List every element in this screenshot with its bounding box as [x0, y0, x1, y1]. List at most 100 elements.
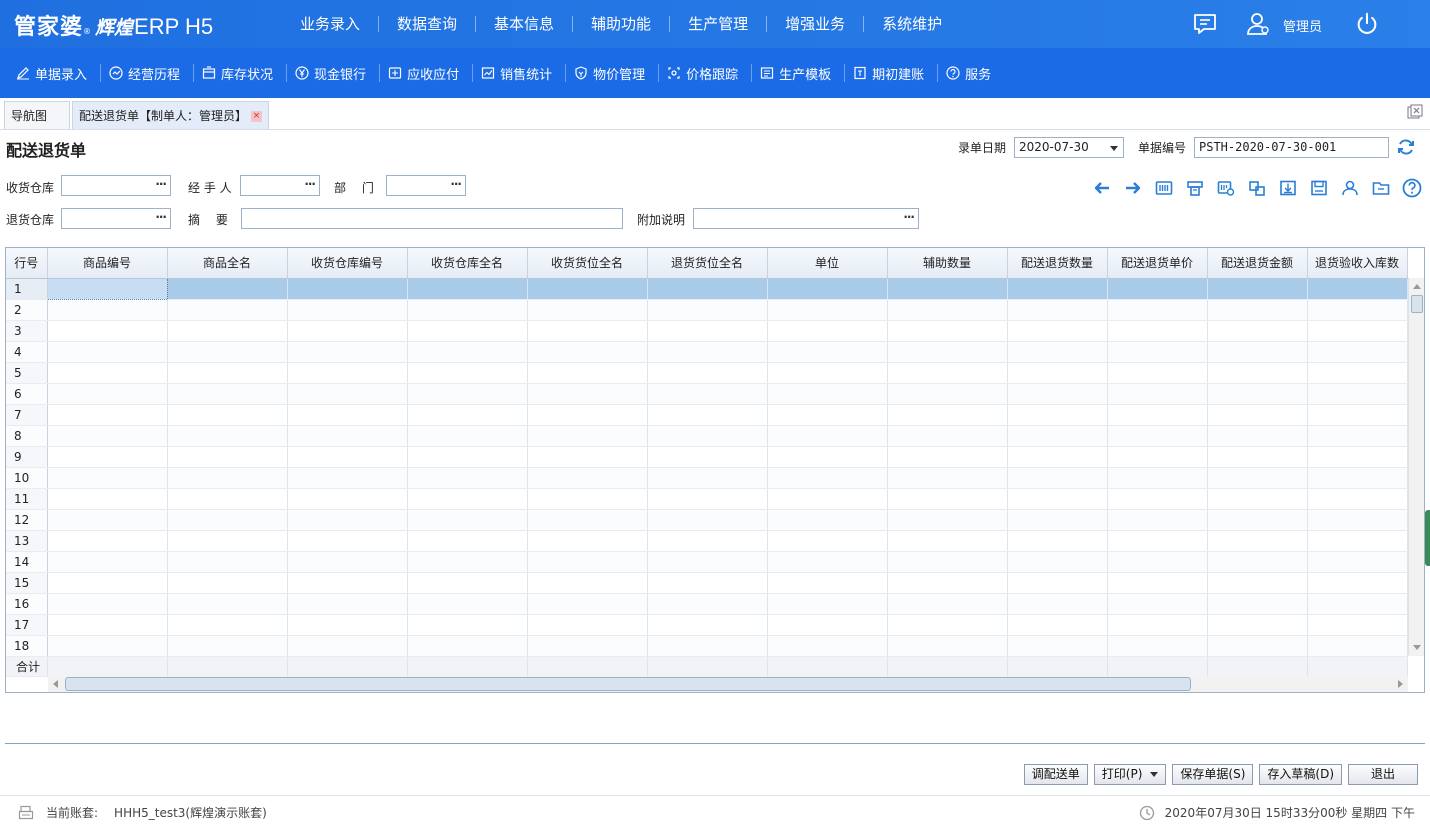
table-cell[interactable] — [1107, 362, 1208, 384]
toolbar-doc-entry[interactable]: 单据录入 — [8, 64, 102, 83]
table-cell[interactable] — [287, 341, 408, 363]
table-cell[interactable] — [47, 383, 168, 405]
toolbar-service[interactable]: 服务 — [938, 64, 1004, 83]
table-cell[interactable] — [1307, 341, 1408, 363]
table-cell[interactable] — [1207, 488, 1308, 510]
table-cell[interactable] — [1107, 425, 1208, 447]
table-cell[interactable] — [647, 551, 768, 573]
table-row[interactable]: 3 — [6, 320, 1408, 342]
table-cell[interactable] — [527, 572, 648, 594]
table-cell[interactable] — [287, 530, 408, 552]
table-cell[interactable] — [887, 530, 1008, 552]
message-icon[interactable] — [1192, 11, 1218, 37]
table-cell[interactable] — [647, 383, 768, 405]
table-cell[interactable] — [407, 530, 528, 552]
table-cell[interactable] — [1307, 488, 1408, 510]
table-cell[interactable] — [767, 572, 888, 594]
table-cell[interactable] — [1307, 425, 1408, 447]
table-cell[interactable] — [767, 320, 888, 342]
scroll-up-icon[interactable] — [1413, 284, 1421, 289]
scan-settings-icon[interactable] — [1210, 177, 1241, 199]
table-cell[interactable] — [1307, 299, 1408, 321]
table-cell[interactable] — [1007, 635, 1108, 657]
table-cell[interactable] — [647, 362, 768, 384]
current-user[interactable]: 管理员 — [1283, 16, 1322, 35]
toolbar-price-mgmt[interactable]: 物价管理 — [566, 64, 660, 83]
table-cell[interactable] — [767, 362, 888, 384]
table-cell[interactable] — [1107, 593, 1208, 615]
table-cell[interactable] — [1107, 509, 1208, 531]
table-cell[interactable] — [1007, 614, 1108, 636]
table-cell[interactable] — [1007, 593, 1108, 615]
table-cell[interactable] — [287, 362, 408, 384]
col-unit[interactable]: 单位 — [767, 248, 888, 279]
extra-note-field[interactable]: ··· — [693, 208, 919, 229]
table-cell[interactable] — [287, 467, 408, 489]
table-cell[interactable] — [167, 614, 288, 636]
table-cell[interactable] — [1207, 383, 1308, 405]
table-cell[interactable] — [287, 320, 408, 342]
table-cell[interactable] — [887, 383, 1008, 405]
table-cell[interactable] — [407, 404, 528, 426]
table-cell[interactable] — [1307, 530, 1408, 552]
col-product-name[interactable]: 商品全名 — [167, 248, 288, 279]
recv-warehouse-field[interactable]: ··· — [61, 175, 171, 196]
table-cell[interactable] — [46, 277, 168, 300]
table-cell[interactable] — [527, 383, 648, 405]
table-cell[interactable] — [1307, 614, 1408, 636]
vertical-scrollbar[interactable] — [1408, 278, 1424, 656]
table-cell[interactable] — [47, 530, 168, 552]
table-cell[interactable] — [647, 404, 768, 426]
arrow-left-icon[interactable] — [1086, 177, 1117, 199]
table-cell[interactable] — [1307, 362, 1408, 384]
table-cell[interactable] — [1307, 446, 1408, 468]
table-cell[interactable] — [1007, 383, 1108, 405]
table-row[interactable]: 5 — [6, 362, 1408, 384]
ellipsis-icon[interactable]: ··· — [155, 175, 167, 194]
table-cell[interactable] — [1207, 278, 1308, 300]
table-row[interactable]: 10 — [6, 467, 1408, 489]
table-cell[interactable] — [887, 509, 1008, 531]
table-cell[interactable] — [407, 593, 528, 615]
tab-delivery-return[interactable]: 配送退货单【制单人：管理员】 × — [72, 101, 269, 129]
table-cell[interactable] — [527, 530, 648, 552]
table-cell[interactable] — [887, 551, 1008, 573]
table-cell[interactable] — [647, 425, 768, 447]
table-cell[interactable] — [1307, 383, 1408, 405]
table-cell[interactable] — [1107, 572, 1208, 594]
table-cell[interactable] — [647, 446, 768, 468]
save-icon[interactable] — [1303, 177, 1334, 199]
arrow-right-icon[interactable] — [1117, 177, 1148, 199]
table-row[interactable]: 13 — [6, 530, 1408, 552]
table-cell[interactable] — [887, 362, 1008, 384]
table-cell[interactable] — [167, 488, 288, 510]
table-cell[interactable] — [407, 572, 528, 594]
table-cell[interactable] — [1207, 446, 1308, 468]
table-cell[interactable] — [47, 404, 168, 426]
barcode-icon[interactable] — [1148, 177, 1179, 199]
table-cell[interactable] — [1007, 488, 1108, 510]
detail-grid[interactable]: 行号 商品编号 商品全名 收货仓库编号 收货仓库全名 收货货位全名 退货货位全名… — [5, 247, 1425, 693]
date-select[interactable]: 2020-07-30 — [1014, 137, 1124, 158]
table-cell[interactable] — [767, 593, 888, 615]
table-cell[interactable] — [1007, 341, 1108, 363]
nav-business-entry[interactable]: 业务录入 — [282, 16, 380, 32]
table-cell[interactable] — [47, 488, 168, 510]
table-cell[interactable] — [287, 383, 408, 405]
table-cell[interactable] — [767, 530, 888, 552]
table-cell[interactable] — [647, 278, 768, 300]
docno-input[interactable]: PSTH-2020-07-30-001 — [1194, 137, 1389, 158]
table-cell[interactable] — [287, 593, 408, 615]
table-cell[interactable] — [287, 404, 408, 426]
table-cell[interactable] — [407, 635, 528, 657]
table-row[interactable]: 15 — [6, 572, 1408, 594]
table-cell[interactable] — [287, 446, 408, 468]
table-cell[interactable] — [167, 467, 288, 489]
table-cell[interactable] — [1007, 572, 1108, 594]
table-cell[interactable] — [407, 362, 528, 384]
table-cell[interactable] — [527, 425, 648, 447]
ellipsis-icon[interactable]: ··· — [903, 208, 915, 227]
table-cell[interactable] — [767, 509, 888, 531]
table-cell[interactable] — [407, 278, 528, 300]
table-cell[interactable] — [407, 488, 528, 510]
